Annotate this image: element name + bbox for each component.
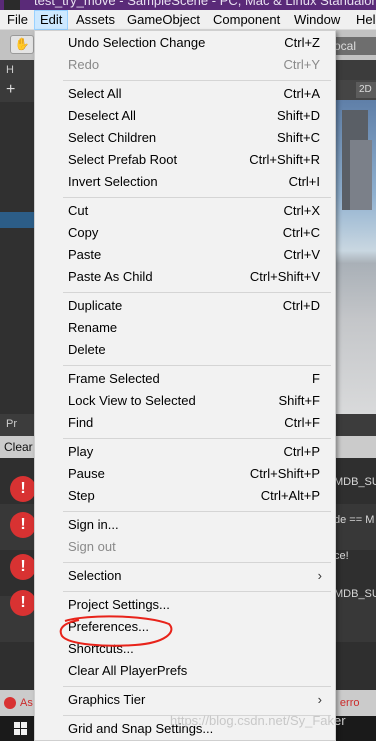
hierarchy-list — [0, 102, 34, 414]
menu-file[interactable]: File — [7, 12, 28, 27]
menu-separator — [63, 80, 331, 81]
menu-separator — [63, 197, 331, 198]
log-text: de == M — [334, 514, 375, 526]
scene-object — [350, 140, 372, 210]
menu-item-duplicate[interactable]: Duplicate Ctrl+D — [68, 297, 320, 317]
hand-tool-button[interactable]: ✋ — [10, 35, 34, 54]
menu-item-delete[interactable]: Delete — [68, 341, 320, 361]
log-text: MDB_SU — [334, 588, 376, 600]
menu-item-select-prefab-root[interactable]: Select Prefab Root Ctrl+Shift+R — [68, 151, 320, 171]
menu-item-sign-in[interactable]: Sign in... — [68, 516, 320, 536]
error-icon: ! — [10, 512, 36, 538]
log-text: MDB_SU — [334, 476, 376, 488]
error-icon — [4, 697, 16, 709]
menu-item-pause[interactable]: Pause Ctrl+Shift+P — [68, 465, 320, 485]
hierarchy-selected-row[interactable] — [0, 212, 34, 228]
menu-item-graphics-tier[interactable]: Graphics Tier › — [68, 691, 322, 711]
menu-item-paste-as-child[interactable]: Paste As Child Ctrl+Shift+V — [68, 268, 320, 288]
menu-item-undo-selection-change[interactable]: Undo Selection Change Ctrl+Z — [68, 34, 320, 54]
menu-item-cut[interactable]: Cut Ctrl+X — [68, 202, 320, 222]
menu-separator — [63, 591, 331, 592]
window-title: test_try_move - SampleScene - PC, Mac & … — [34, 0, 376, 8]
menu-help[interactable]: Hel — [356, 12, 376, 27]
menu-item-sign-out[interactable]: Sign out — [68, 538, 320, 558]
scene-header — [334, 60, 376, 80]
window-title-bar: test_try_move - SampleScene - PC, Mac & … — [0, 0, 376, 10]
menu-item-select-children[interactable]: Select Children Shift+C — [68, 129, 320, 149]
menu-item-lock-view-to-selected[interactable]: Lock View to Selected Shift+F — [68, 392, 320, 412]
hierarchy-toolbar: + — [0, 80, 34, 102]
error-icon: ! — [10, 554, 36, 580]
error-icon: ! — [10, 590, 36, 616]
menu-item-find[interactable]: Find Ctrl+F — [68, 414, 320, 434]
watermark: https://blog.csdn.net/Sy_Faker — [170, 713, 346, 728]
menu-window[interactable]: Window — [294, 12, 340, 27]
menu-component[interactable]: Component — [213, 12, 280, 27]
menu-bar: File Edit Assets GameObject Component Wi… — [0, 10, 376, 30]
2d-toggle-button[interactable]: 2D — [356, 82, 376, 98]
menu-item-redo[interactable]: Redo Ctrl+Y — [68, 56, 320, 76]
status-message-right: | erro — [334, 697, 360, 709]
status-message[interactable]: As — [20, 697, 33, 709]
menu-item-play[interactable]: Play Ctrl+P — [68, 443, 320, 463]
menu-item-invert-selection[interactable]: Invert Selection Ctrl+I — [68, 173, 320, 193]
menu-item-select-all[interactable]: Select All Ctrl+A — [68, 85, 320, 105]
hierarchy-header: H — [0, 60, 34, 80]
menu-separator — [63, 292, 331, 293]
plus-icon[interactable]: + — [6, 81, 15, 99]
menu-gameobject[interactable]: GameObject — [127, 12, 200, 27]
submenu-arrow-icon: › — [317, 568, 322, 583]
log-text: ce! — [334, 550, 349, 562]
menu-edit[interactable]: Edit — [34, 10, 69, 30]
menu-item-step[interactable]: Step Ctrl+Alt+P — [68, 487, 320, 507]
menu-separator — [63, 686, 331, 687]
menu-separator — [63, 511, 331, 512]
menu-separator — [63, 562, 331, 563]
hierarchy-tab[interactable]: H — [6, 64, 14, 76]
menu-item-paste[interactable]: Paste Ctrl+V — [68, 246, 320, 266]
windows-logo-icon[interactable] — [14, 722, 28, 736]
menu-item-frame-selected[interactable]: Frame Selected F — [68, 370, 320, 390]
submenu-arrow-icon: › — [317, 692, 322, 707]
menu-item-selection[interactable]: Selection › — [68, 567, 322, 587]
menu-separator — [63, 365, 331, 366]
app-icon — [4, 0, 20, 10]
menu-separator — [63, 438, 331, 439]
menu-item-deselect-all[interactable]: Deselect All Shift+D — [68, 107, 320, 127]
error-icon: ! — [10, 476, 36, 502]
highlight-annotation — [59, 615, 173, 647]
menu-item-copy[interactable]: Copy Ctrl+C — [68, 224, 320, 244]
hand-icon: ✋ — [14, 37, 30, 51]
menu-item-rename[interactable]: Rename — [68, 319, 320, 339]
clear-button[interactable]: Clear — [4, 440, 33, 454]
menu-item-clear-all-playerprefs[interactable]: Clear All PlayerPrefs — [68, 662, 320, 682]
project-tab[interactable]: Pr — [6, 418, 17, 430]
menu-assets[interactable]: Assets — [76, 12, 115, 27]
